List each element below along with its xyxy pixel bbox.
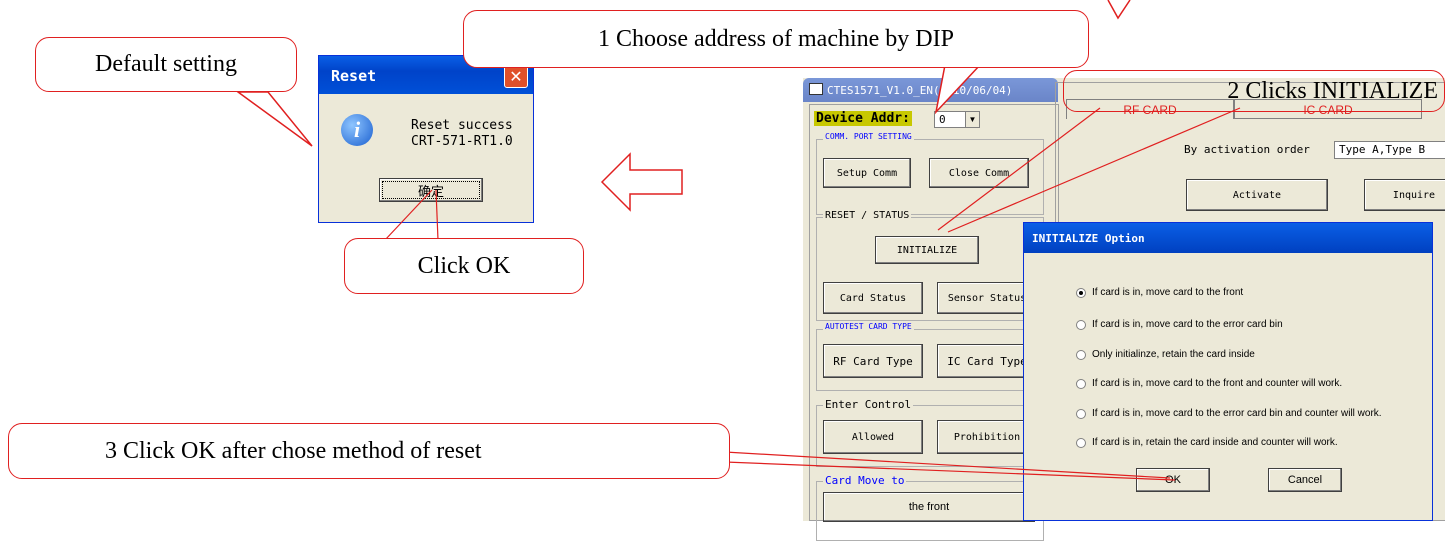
- autotest-group: AUTOTEST CARD TYPE RF Card Type IC Card …: [816, 322, 1044, 391]
- card-status-label: Card Status: [839, 292, 907, 304]
- rf-card-type-button[interactable]: RF Card Type: [823, 344, 923, 378]
- ic-card-type-button[interactable]: IC Card Type: [937, 344, 1037, 378]
- close-comm-button[interactable]: Close Comm: [929, 158, 1029, 188]
- arrow-left-icon: [600, 152, 683, 212]
- radio-icon[interactable]: [1076, 319, 1086, 330]
- comm-group: COMM. PORT SETTING Setup Comm Close Comm: [816, 132, 1044, 215]
- app-title: CTES1571_V1.0_EN(2010/06/04): [827, 84, 1013, 97]
- activate-label: Activate: [1232, 189, 1282, 201]
- radio-checked-icon[interactable]: [1076, 287, 1086, 298]
- option-radio-4[interactable]: If card is in, move card to the error ca…: [1076, 408, 1382, 419]
- the-front-label: the front: [908, 501, 950, 513]
- reset-dialog: Reset ✕ i Reset success CRT-571-RT1.0 确定: [318, 55, 534, 223]
- option-label-2: Only initialinze, retain the card inside: [1092, 349, 1255, 360]
- device-addr-select[interactable]: 0 ▼: [934, 111, 980, 128]
- option-label-3: If card is in, move card to the front an…: [1092, 378, 1343, 389]
- callout-step3-text: 3 Click OK after chose method of reset: [105, 437, 482, 464]
- inquire-button[interactable]: Inquire: [1364, 179, 1445, 211]
- enter-control-title: Enter Control: [823, 398, 914, 411]
- reset-status-title: RESET / STATUS: [823, 210, 912, 221]
- prohibition-button[interactable]: Prohibition: [937, 420, 1037, 454]
- initialize-option-dialog: INITIALIZE Option If card is in, move ca…: [1023, 222, 1433, 521]
- reset-ok-button[interactable]: 确定: [379, 178, 483, 202]
- callout-click-ok-text: Click OK: [417, 252, 511, 279]
- comm-group-title: COMM. PORT SETTING: [823, 132, 914, 141]
- activation-select[interactable]: Type A,Type B: [1334, 141, 1445, 159]
- option-label-4: If card is in, move card to the error ca…: [1092, 408, 1382, 419]
- allowed-button[interactable]: Allowed: [823, 420, 923, 454]
- callout-step1: 1 Choose address of machine by DIP: [463, 10, 1089, 68]
- option-label-1: If card is in, move card to the error ca…: [1092, 319, 1283, 330]
- initialize-titlebar: INITIALIZE Option: [1024, 223, 1432, 253]
- init-cancel-label: Cancel: [1287, 474, 1323, 486]
- sensor-status-button[interactable]: Sensor Status: [937, 282, 1037, 314]
- sensor-status-label: Sensor Status: [947, 292, 1027, 304]
- rf-card-type-label: RF Card Type: [833, 354, 913, 368]
- reset-status-group: RESET / STATUS INITIALIZE Card Status Se…: [816, 210, 1044, 321]
- inquire-label: Inquire: [1392, 189, 1436, 201]
- card-status-button[interactable]: Card Status: [823, 282, 923, 314]
- callout-step2-text: 2 Clicks INITIALIZE: [1227, 77, 1438, 104]
- activation-label: By activation order: [1184, 143, 1310, 156]
- left-panel: Device Addr: 0 ▼ COMM. PORT SETTING Setu…: [809, 104, 1059, 541]
- initialize-label: INITIALIZE: [896, 244, 958, 256]
- option-radio-2[interactable]: Only initialinze, retain the card inside: [1076, 349, 1255, 360]
- ic-card-type-label: IC Card Type: [947, 354, 1027, 368]
- card-move-group: Card Move to the front: [816, 474, 1044, 541]
- init-ok-button[interactable]: OK: [1136, 468, 1210, 492]
- radio-icon[interactable]: [1076, 437, 1086, 448]
- callout-step1-text: 1 Choose address of machine by DIP: [598, 25, 954, 52]
- radio-icon[interactable]: [1076, 378, 1086, 389]
- prohibition-label: Prohibition: [953, 431, 1021, 443]
- card-move-title: Card Move to: [823, 474, 907, 487]
- init-cancel-button[interactable]: Cancel: [1268, 468, 1342, 492]
- callout-step2: 2 Clicks INITIALIZE: [1063, 70, 1445, 112]
- device-addr-value: 0: [939, 113, 946, 126]
- app-titlebar: CTES1571_V1.0_EN(2010/06/04): [803, 78, 1058, 102]
- reset-message: Reset success CRT-571-RT1.0: [411, 118, 513, 150]
- callout-default-setting-text: Default setting: [95, 51, 237, 77]
- app-icon: [809, 83, 823, 95]
- radio-icon[interactable]: [1076, 408, 1086, 419]
- allowed-label: Allowed: [851, 431, 895, 443]
- callout-click-ok: Click OK: [344, 238, 584, 294]
- setup-comm-label: Setup Comm: [836, 167, 898, 179]
- initialize-dialog-title: INITIALIZE Option: [1032, 232, 1145, 245]
- the-front-button[interactable]: the front: [823, 492, 1035, 522]
- enter-control-group: Enter Control Allowed Prohibition: [816, 398, 1044, 467]
- chevron-down-icon[interactable]: ▼: [965, 112, 979, 127]
- callout-default-setting: Default setting: [35, 37, 297, 92]
- option-radio-3[interactable]: If card is in, move card to the front an…: [1076, 378, 1342, 389]
- autotest-title: AUTOTEST CARD TYPE: [823, 322, 914, 331]
- option-radio-1[interactable]: If card is in, move card to the error ca…: [1076, 319, 1283, 330]
- device-addr-label: Device Addr:: [814, 111, 912, 126]
- reset-message-line1: Reset success: [411, 118, 513, 133]
- info-icon: i: [341, 114, 373, 146]
- init-ok-label: OK: [1165, 474, 1181, 486]
- reset-message-line2: CRT-571-RT1.0: [411, 134, 513, 149]
- option-label-0: If card is in, move card to the front: [1092, 287, 1244, 298]
- setup-comm-button[interactable]: Setup Comm: [823, 158, 911, 188]
- callout-step3: 3 Click OK after chose method of reset: [8, 423, 730, 479]
- initialize-button[interactable]: INITIALIZE: [875, 236, 979, 264]
- activate-button[interactable]: Activate: [1186, 179, 1328, 211]
- reset-dialog-title: Reset: [331, 67, 377, 85]
- close-comm-label: Close Comm: [948, 167, 1010, 179]
- option-label-5: If card is in, retain the card inside an…: [1092, 437, 1338, 448]
- option-radio-5[interactable]: If card is in, retain the card inside an…: [1076, 437, 1338, 448]
- radio-icon[interactable]: [1076, 349, 1086, 360]
- option-radio-0[interactable]: If card is in, move card to the front: [1076, 287, 1243, 298]
- reset-ok-label: 确定: [417, 184, 444, 200]
